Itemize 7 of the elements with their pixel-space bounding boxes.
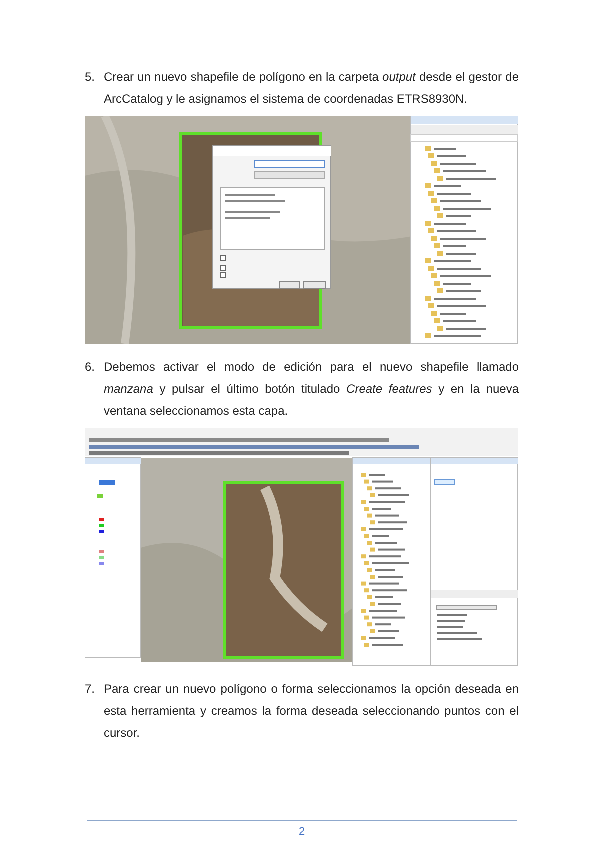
page-number: 2 [298, 825, 306, 840]
step-paragraph: Para crear un nuevo polígono o forma seleccionamos la opción deseada en esta herramienta y creamos la forma deseada seleccionando puntos con el cursor. [104, 681, 519, 742]
list-number: 7. [85, 681, 96, 698]
step-paragraph: Debemos activar el modo de edición para el nuevo shapefile llamado manzana y pulsar el último botón titulado Create features y en la nueva ventana seleccionamos esta capa. [104, 359, 519, 420]
list-number: 5. [85, 69, 96, 86]
step-paragraph: Crear un nuevo shapefile de polígono en la carpeta output desde el gestor de ArcCatalog y le asignamos el sistema de coordenadas ETRS8930N. [104, 69, 519, 108]
list-number: 6. [85, 359, 96, 376]
